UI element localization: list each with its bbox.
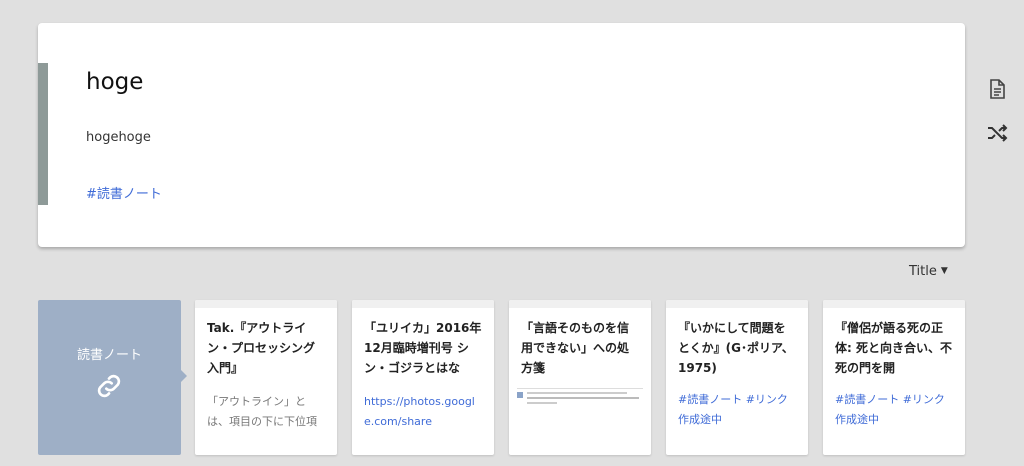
page-tag-link[interactable]: #読書ノート bbox=[86, 183, 162, 202]
card-header-strip bbox=[352, 300, 494, 308]
page-body[interactable]: hogehoge bbox=[86, 130, 151, 145]
card-excerpt: 「アウトライン」とは、項目の下に下位項目を、下位 bbox=[207, 395, 317, 428]
card-title: 「言語そのものを信用できない」への処方箋 bbox=[521, 321, 630, 375]
related-card[interactable]: 『いかにして問題をとくか』(G･ポリア、1975) #読書ノート #リンク作成途… bbox=[666, 300, 808, 455]
card-header-strip bbox=[823, 300, 965, 308]
card-header-strip bbox=[195, 300, 337, 308]
card-tags[interactable]: #読書ノート #リンク作成途中 bbox=[678, 390, 796, 430]
link-icon bbox=[97, 374, 121, 398]
card-title: 『いかにして問題をとくか』(G･ポリア、1975) bbox=[678, 321, 794, 375]
card-header-strip bbox=[666, 300, 808, 308]
caret-down-icon: ▼ bbox=[940, 266, 948, 276]
document-icon[interactable] bbox=[985, 77, 1009, 101]
card-title: 「ユリイカ」2016年12月臨時増刊号 シン・ゴジラとはな bbox=[364, 321, 482, 375]
page-title[interactable]: hoge bbox=[86, 69, 143, 95]
related-card[interactable]: 「言語そのものを信用できない」への処方箋 bbox=[509, 300, 651, 455]
sort-dropdown[interactable]: Title ▼ bbox=[909, 264, 948, 279]
tag-link-card[interactable]: 読書ノート bbox=[38, 300, 187, 455]
tag-link-label: 読書ノート bbox=[76, 348, 142, 363]
related-card[interactable]: Tak.『アウトライン・プロセッシング入門』 「アウトライン」とは、項目の下に下… bbox=[195, 300, 337, 455]
card-thumbnail bbox=[517, 388, 643, 407]
card-tags[interactable]: #読書ノート #リンク作成途中 bbox=[835, 390, 953, 430]
card-title: 『僧侶が語る死の正体: 死と向き合い、不死の門を開 bbox=[835, 321, 952, 375]
shuffle-icon[interactable] bbox=[985, 121, 1009, 145]
page-card[interactable]: hoge hogehoge #読書ノート bbox=[38, 23, 965, 247]
related-card[interactable]: 「ユリイカ」2016年12月臨時増刊号 シン・ゴジラとはな https://ph… bbox=[352, 300, 494, 455]
related-card[interactable]: 『僧侶が語る死の正体: 死と向き合い、不死の門を開 #読書ノート #リンク作成途… bbox=[823, 300, 965, 455]
card-pointer bbox=[181, 370, 187, 382]
sort-label: Title bbox=[909, 264, 937, 279]
card-header-strip bbox=[509, 300, 651, 308]
card-title: Tak.『アウトライン・プロセッシング入門』 bbox=[207, 321, 316, 375]
card-url-link[interactable]: https://photos.google.com/share bbox=[364, 392, 482, 432]
page-accent-bar bbox=[38, 63, 48, 205]
